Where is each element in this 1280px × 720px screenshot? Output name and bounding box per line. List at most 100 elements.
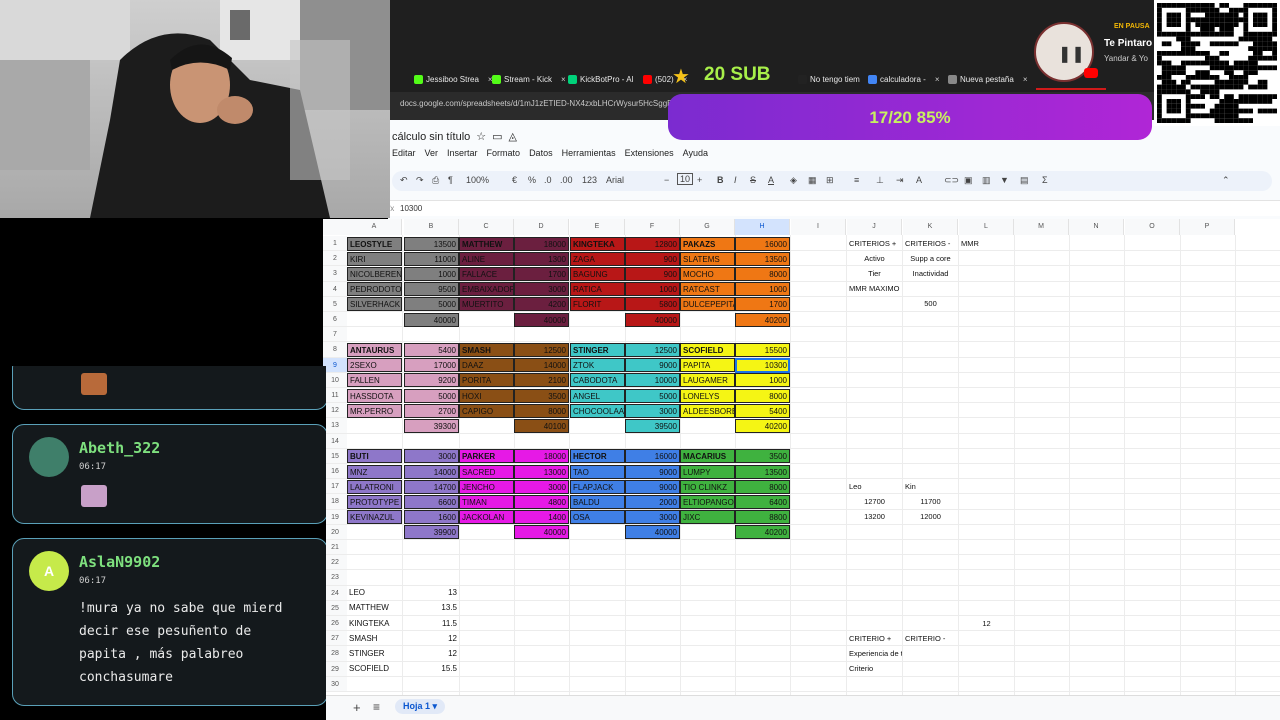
player-name-cell[interactable]: SMASH: [459, 342, 514, 357]
player-value-cell[interactable]: 5800: [625, 297, 680, 312]
player-name-cell[interactable]: BALDU: [570, 494, 625, 509]
player-value-cell[interactable]: 1400: [514, 510, 569, 525]
player-name-cell[interactable]: ZTOK: [570, 358, 625, 373]
player-name-cell[interactable]: TIO CLINKZ: [680, 479, 735, 494]
menu-item-4[interactable]: Datos: [529, 148, 553, 158]
player-name-cell[interactable]: JACKOLAN: [459, 510, 514, 525]
player-name-cell[interactable]: BAGUNG: [570, 266, 625, 281]
chat-username[interactable]: Abeth_322: [79, 439, 160, 457]
player-name-cell[interactable]: LALATRONI: [347, 479, 402, 494]
player-name-cell[interactable]: TIMAN: [459, 494, 514, 509]
criteria-cell[interactable]: 12: [959, 617, 1014, 631]
browser-tab[interactable]: No tengo tiem×: [798, 68, 873, 90]
player-name-cell[interactable]: ELTIOPANGO: [680, 494, 735, 509]
criteria-cell[interactable]: Activo: [847, 252, 902, 266]
team-total-cell[interactable]: 39900: [404, 525, 459, 540]
tab-label[interactable]: calculadora -: [880, 75, 926, 84]
row-header-17[interactable]: 17: [323, 479, 347, 495]
player-value-cell[interactable]: 1600: [404, 510, 459, 525]
player-value-cell[interactable]: 13500: [735, 251, 790, 266]
player-name-cell[interactable]: RATCAST: [680, 282, 735, 297]
formula-bar[interactable]: fx 10300: [388, 200, 1280, 216]
wrap-icon[interactable]: ⇥: [896, 175, 904, 186]
player-value-cell[interactable]: 6400: [735, 494, 790, 509]
player-value-cell[interactable]: 1700: [514, 266, 569, 281]
player-name-cell[interactable]: MR.PERRO: [347, 403, 402, 418]
collapse-icon[interactable]: ⌃: [1222, 175, 1230, 186]
menu-item-2[interactable]: Insertar: [447, 148, 478, 158]
criteria-cell[interactable]: 12000: [903, 510, 958, 524]
views-icon[interactable]: ▤: [1020, 175, 1029, 186]
player-name-cell[interactable]: PROTOTYPE: [347, 494, 402, 509]
corner-cell[interactable]: [323, 219, 347, 235]
criteria-cell[interactable]: CRITERIO -: [903, 632, 958, 646]
column-header-D[interactable]: D: [514, 219, 569, 235]
list-name-cell[interactable]: SMASH: [347, 632, 402, 646]
column-header-L[interactable]: L: [959, 219, 1014, 235]
team-total-cell[interactable]: 40000: [514, 312, 569, 327]
list-value-cell[interactable]: 12: [404, 632, 459, 646]
player-name-cell[interactable]: OSA: [570, 510, 625, 525]
row-header-7[interactable]: 7: [323, 327, 347, 343]
player-name-cell[interactable]: EMBAIXADOR: [459, 282, 514, 297]
tab-label[interactable]: Nueva pestaña: [960, 75, 1014, 84]
criteria-cell[interactable]: CRITERIOS +: [847, 237, 902, 251]
all-sheets-icon[interactable]: ≡: [373, 700, 380, 714]
player-name-cell[interactable]: MACARIUS: [680, 449, 735, 464]
row-header-12[interactable]: 12: [323, 403, 347, 419]
player-value-cell[interactable]: 5400: [735, 403, 790, 418]
column-header-E[interactable]: E: [570, 219, 625, 235]
player-value-cell[interactable]: 2700: [404, 403, 459, 418]
player-name-cell[interactable]: MUERTITO: [459, 297, 514, 312]
player-name-cell[interactable]: TAO: [570, 464, 625, 479]
player-value-cell[interactable]: 2000: [625, 494, 680, 509]
merge-icon[interactable]: ⊞: [826, 175, 834, 186]
player-name-cell[interactable]: PEDRODOTO: [347, 282, 402, 297]
player-name-cell[interactable]: SILVERHACK: [347, 297, 402, 312]
player-name-cell[interactable]: SCOFIELD: [680, 342, 735, 357]
row-header-29[interactable]: 29: [323, 661, 347, 677]
menu-item-3[interactable]: Formato: [487, 148, 521, 158]
row-header-5[interactable]: 5: [323, 296, 347, 312]
row-header-30[interactable]: 30: [323, 676, 347, 692]
paint-format-icon[interactable]: ¶: [448, 175, 453, 185]
player-name-cell[interactable]: HASSDOTA: [347, 388, 402, 403]
player-value-cell[interactable]: 18000: [514, 449, 569, 464]
menu-item-0[interactable]: Editar: [392, 148, 416, 158]
player-value-cell[interactable]: 12500: [625, 342, 680, 357]
player-value-cell[interactable]: 16000: [735, 236, 790, 251]
player-value-cell[interactable]: 1000: [735, 373, 790, 388]
font-size-plus[interactable]: +: [697, 175, 702, 185]
pause-icon[interactable]: ❚❚: [1058, 44, 1085, 64]
player-value-cell[interactable]: 16000: [625, 449, 680, 464]
player-name-cell[interactable]: CABODOTA: [570, 373, 625, 388]
list-name-cell[interactable]: LEO: [347, 586, 402, 600]
player-value-cell[interactable]: 18000: [514, 236, 569, 251]
column-header-G[interactable]: G: [680, 219, 735, 235]
team-total-cell[interactable]: 40000: [625, 312, 680, 327]
player-name-cell[interactable]: RATICA: [570, 282, 625, 297]
list-name-cell[interactable]: STINGER: [347, 647, 402, 661]
player-value-cell[interactable]: 1000: [735, 282, 790, 297]
criteria-cell[interactable]: 13200: [847, 510, 902, 524]
folder-icon[interactable]: ▭: [492, 130, 502, 143]
player-value-cell[interactable]: 9200: [404, 373, 459, 388]
criteria-cell[interactable]: 500: [903, 297, 958, 311]
font-size-minus[interactable]: −: [664, 175, 669, 185]
player-name-cell[interactable]: LAUGAMER: [680, 373, 735, 388]
criteria-cell[interactable]: Tier: [847, 267, 902, 281]
column-header-F[interactable]: F: [625, 219, 680, 235]
player-name-cell[interactable]: CHOCOOLAATE: [570, 403, 625, 418]
row-header-11[interactable]: 11: [323, 388, 347, 404]
player-value-cell[interactable]: 5000: [404, 297, 459, 312]
player-name-cell[interactable]: FALLEN: [347, 373, 402, 388]
row-header-8[interactable]: 8: [323, 342, 347, 358]
criteria-cell[interactable]: CRITERIOS -: [903, 237, 958, 251]
criteria-cell[interactable]: MMR: [959, 237, 1014, 251]
player-name-cell[interactable]: DAAZ: [459, 358, 514, 373]
player-name-cell[interactable]: KIRI: [347, 251, 402, 266]
criteria-cell[interactable]: 11700: [903, 495, 958, 509]
sheet-tab[interactable]: Hoja 1 ▾: [395, 699, 446, 714]
filter-icon[interactable]: ▼: [1000, 175, 1009, 185]
column-header-M[interactable]: M: [1014, 219, 1069, 235]
